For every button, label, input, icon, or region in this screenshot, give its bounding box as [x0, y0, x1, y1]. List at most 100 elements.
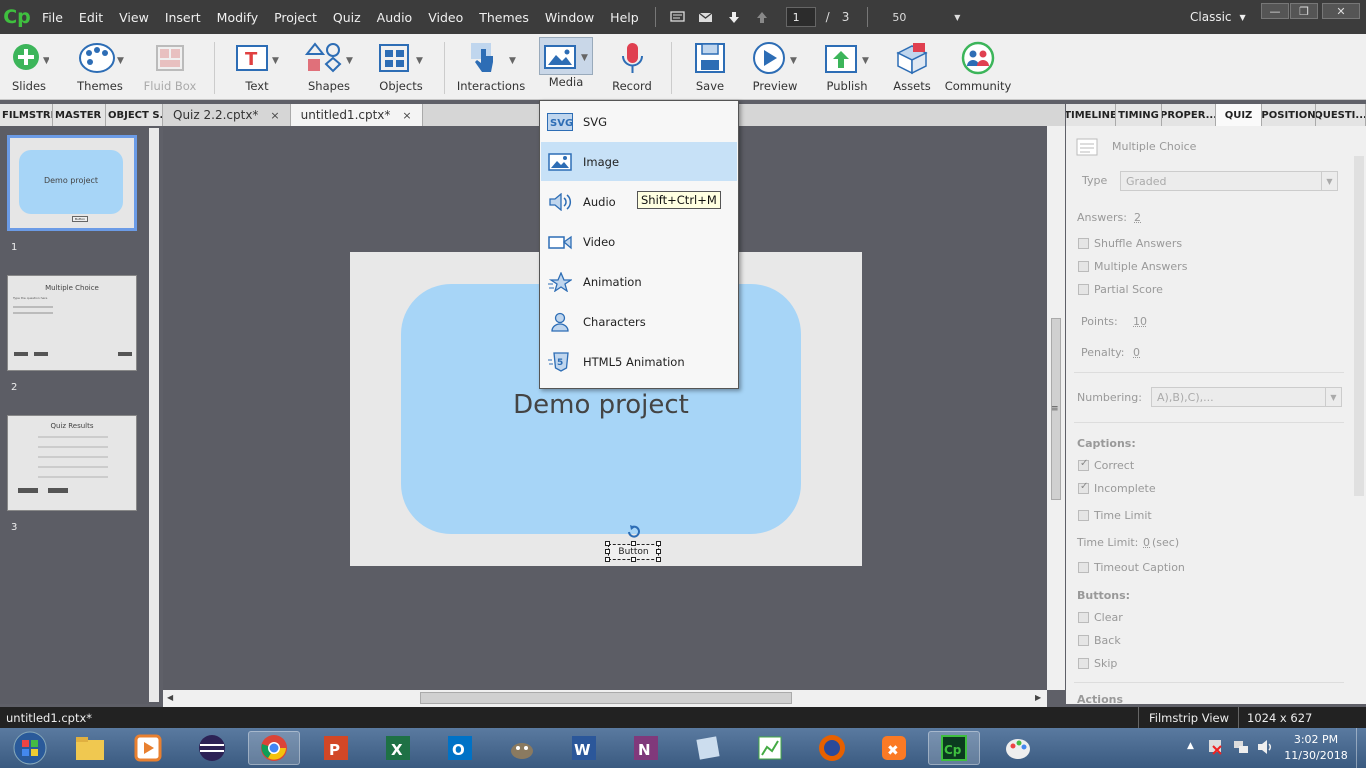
tab-filmstrip[interactable]: FILMSTRIP — [0, 104, 53, 126]
outlook-icon[interactable]: O — [434, 731, 486, 765]
slide-title[interactable]: Demo project — [401, 390, 801, 420]
comment-icon[interactable] — [670, 10, 686, 24]
resize-handle[interactable] — [631, 541, 636, 546]
tray-expand-icon[interactable]: ▲ — [1187, 741, 1194, 751]
slide-thumbnail-3[interactable]: Quiz Results — [7, 415, 137, 511]
media-button[interactable]: ▼ Media — [538, 34, 594, 100]
page-number-input[interactable]: 1 — [785, 7, 816, 27]
multiple-answers-checkbox[interactable] — [1078, 261, 1089, 272]
tab-quiz-document[interactable]: Quiz 2.2.cptx* × — [163, 104, 291, 126]
tab-properties[interactable]: PROPER... — [1162, 104, 1216, 126]
slides-button[interactable]: ▼ Slides — [4, 34, 54, 100]
stage-horizontal-scrollbar[interactable]: ◀ ▶ — [163, 690, 1047, 707]
workspace-select[interactable]: Classic ▼ — [1190, 0, 1246, 34]
media-menu-item-image[interactable]: Image — [541, 142, 737, 181]
resize-handle[interactable] — [605, 557, 610, 562]
menu-project[interactable]: Project — [266, 10, 325, 25]
numbering-select[interactable]: A),B),C),... ▼ — [1151, 387, 1342, 407]
resize-handle[interactable] — [605, 549, 610, 554]
tab-position[interactable]: POSITION — [1262, 104, 1316, 126]
chrome-icon[interactable] — [248, 731, 300, 765]
media-menu-item-video[interactable]: Video — [541, 222, 737, 261]
media-menu-item-svg[interactable]: SVG SVG — [541, 102, 737, 141]
menu-video[interactable]: Video — [420, 10, 471, 25]
gimp-icon[interactable] — [496, 731, 548, 765]
tab-object-style[interactable]: OBJECT S... — [106, 104, 163, 126]
time-limit-checkbox[interactable] — [1078, 510, 1089, 521]
arrow-down-icon[interactable] — [726, 10, 742, 24]
menu-file[interactable]: File — [34, 10, 71, 25]
tab-timeline[interactable]: TIMELINE — [1066, 104, 1116, 126]
excel-icon[interactable]: X — [372, 731, 424, 765]
props-scrollbar[interactable] — [1354, 156, 1364, 496]
resize-handle[interactable] — [656, 541, 661, 546]
media-menu-item-characters[interactable]: Characters — [541, 302, 737, 341]
type-select[interactable]: Graded ▼ — [1120, 171, 1338, 191]
word-icon[interactable]: W — [558, 731, 610, 765]
filmstrip-scrollbar[interactable] — [149, 128, 159, 702]
record-button[interactable]: Record — [610, 34, 654, 100]
themes-button[interactable]: ▼ Themes — [72, 34, 128, 100]
eclipse-icon[interactable] — [186, 731, 238, 765]
menu-window[interactable]: Window — [537, 10, 602, 25]
tab-timing[interactable]: TIMING — [1116, 104, 1162, 126]
stage-vertical-scrollbar[interactable]: ≡ — [1047, 126, 1065, 690]
menu-edit[interactable]: Edit — [71, 10, 111, 25]
tab-question[interactable]: QUESTI... — [1316, 104, 1366, 126]
assets-button[interactable]: Assets — [892, 34, 932, 100]
slide-thumbnail-1[interactable]: Demo project Button — [7, 135, 137, 231]
network-icon[interactable] — [1232, 738, 1250, 759]
menu-quiz[interactable]: Quiz — [325, 10, 369, 25]
taskbar-clock[interactable]: 3:02 PM 11/30/2018 — [1280, 732, 1352, 764]
resize-handle[interactable] — [605, 541, 610, 546]
resize-handle[interactable] — [631, 557, 636, 562]
media-menu-item-html5-animation[interactable]: 5 HTML5 Animation — [541, 342, 737, 381]
onenote-icon[interactable]: N — [620, 731, 672, 765]
tab-untitled-document[interactable]: untitled1.cptx* × — [290, 104, 423, 126]
start-button[interactable] — [2, 731, 58, 765]
media-menu-item-animation[interactable]: Animation — [541, 262, 737, 301]
tab-quiz[interactable]: QUIZ — [1216, 104, 1262, 126]
back-button-checkbox[interactable] — [1078, 635, 1089, 646]
text-button[interactable]: T ▼ Text — [232, 34, 282, 100]
xampp-icon[interactable]: ✖ — [868, 731, 920, 765]
scroll-right-icon[interactable]: ▶ — [1035, 693, 1041, 702]
paint-icon[interactable] — [992, 731, 1044, 765]
time-limit-value[interactable]: 0 — [1143, 536, 1150, 549]
save-button[interactable]: Save — [690, 34, 730, 100]
slide-thumbnail-2[interactable]: Multiple Choice Type the question here — [7, 275, 137, 371]
arrow-up-icon[interactable] — [754, 10, 770, 24]
captivate-taskbar-icon[interactable]: Cp — [928, 731, 980, 765]
minimize-button[interactable]: — — [1261, 3, 1289, 19]
rotate-handle-icon[interactable] — [626, 524, 642, 538]
incomplete-caption-checkbox[interactable] — [1078, 481, 1089, 494]
zoom-select[interactable]: 50 ▼ — [886, 7, 966, 27]
community-button[interactable]: Community — [945, 34, 1011, 100]
preview-button[interactable]: ▼ Preview — [750, 34, 800, 100]
clear-button-checkbox[interactable] — [1078, 612, 1089, 623]
menu-themes[interactable]: Themes — [471, 10, 537, 25]
close-icon[interactable]: × — [402, 109, 411, 122]
answers-value[interactable]: 2 — [1134, 211, 1141, 224]
menu-audio[interactable]: Audio — [369, 10, 421, 25]
resize-handle[interactable] — [656, 557, 661, 562]
menu-view[interactable]: View — [111, 10, 157, 25]
maximize-button[interactable]: ❐ — [1290, 3, 1318, 19]
points-value[interactable]: 10 — [1133, 315, 1147, 328]
close-button[interactable]: ✕ — [1322, 3, 1360, 19]
scroll-thumb[interactable] — [420, 692, 792, 704]
show-desktop-button[interactable] — [1356, 728, 1366, 768]
firefox-icon[interactable] — [806, 731, 858, 765]
network-flag-icon[interactable] — [1207, 738, 1225, 759]
chart-app-icon[interactable] — [744, 731, 796, 765]
resize-handle[interactable] — [656, 549, 661, 554]
mail-icon[interactable] — [698, 10, 714, 24]
timeout-caption-checkbox[interactable] — [1078, 562, 1089, 573]
interactions-button[interactable]: ▼ Interactions — [457, 34, 525, 100]
menu-insert[interactable]: Insert — [157, 10, 209, 25]
tab-master[interactable]: MASTER ... — [53, 104, 106, 126]
menu-modify[interactable]: Modify — [209, 10, 266, 25]
partial-score-checkbox[interactable] — [1078, 284, 1089, 295]
objects-button[interactable]: ▼ Objects — [376, 34, 426, 100]
menu-help[interactable]: Help — [602, 10, 647, 25]
